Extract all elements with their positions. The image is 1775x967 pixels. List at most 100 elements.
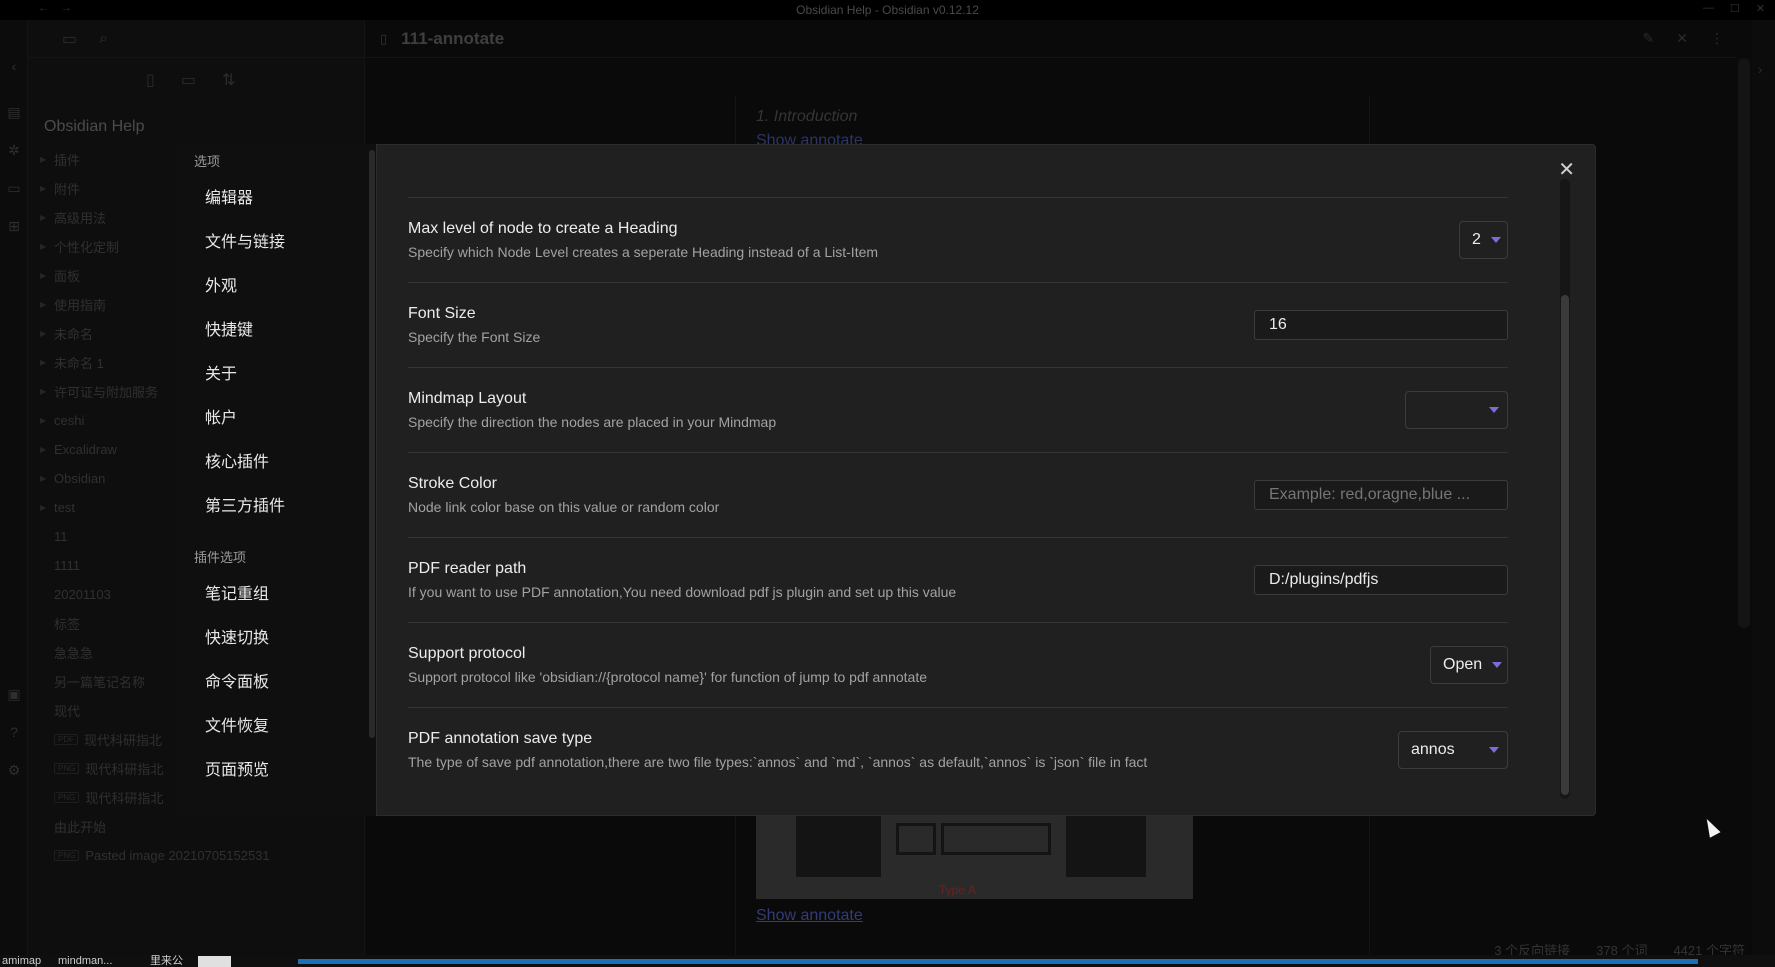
taskbar-active-item[interactable] [198,956,231,967]
taskbar-item[interactable]: amimap [2,955,41,967]
editor-header: ▯ 111-annotate ✎ ✕ ⋮ [366,20,1736,58]
os-taskbar: amimap mindman... 里来公 [0,955,1775,967]
heading-level-dropdown[interactable]: 2 [1459,221,1508,259]
layout-dropdown[interactable] [1405,391,1508,429]
setting-desc: Support protocol like 'obsidian://{proto… [408,669,928,685]
file-item[interactable]: 由此开始 [40,812,270,841]
setting-desc: If you want to use PDF annotation,You ne… [408,584,957,600]
help-icon[interactable]: ? [6,724,22,740]
new-folder-icon[interactable]: ▭ [181,70,196,94]
chevron-down-icon [1492,662,1503,668]
setting-desc: Specify which Node Level creates a seper… [408,244,879,260]
minimize-icon[interactable]: — [1703,2,1714,15]
vault-name: Obsidian Help [44,118,145,135]
collapse-right-icon[interactable]: › [1758,62,1762,77]
protocol-dropdown[interactable]: Open [1430,646,1508,684]
maximize-icon[interactable]: ☐ [1730,2,1740,15]
image-block [796,815,881,877]
setting-name: PDF reader path [408,560,527,577]
vault-icon[interactable]: ▣ [6,686,22,702]
setting-name: Stroke Color [408,475,497,492]
settings-list: Max level of node to create a Heading Sp… [408,197,1508,792]
close-tab-icon[interactable]: ✕ [1676,30,1688,47]
document-icon: ▯ [380,30,388,46]
chevron-down-icon [1489,407,1499,413]
setting-pdf-reader-path: PDF reader path If you want to use PDF a… [408,537,1508,622]
stroke-color-input[interactable] [1254,480,1508,510]
graph-icon[interactable]: ✲ [6,142,22,158]
caret-right-icon: ▶ [40,503,47,512]
nav-appearance[interactable]: 外观 [176,262,376,306]
font-size-input[interactable] [1254,310,1508,340]
editor-scrollbar[interactable] [1738,58,1750,628]
content-scrollbar-thumb[interactable] [1561,295,1569,795]
caret-right-icon: ▶ [40,387,47,396]
attachment-item[interactable]: PNG Pasted image 20210705152531 [40,841,270,870]
chevron-down-icon [1490,237,1501,243]
caret-right-icon: ▶ [40,416,47,425]
close-window-icon[interactable]: ✕ [1756,2,1765,15]
nav-files-links[interactable]: 文件与链接 [176,218,376,262]
note-heading: 1. Introduction [756,108,858,125]
plugin-icon[interactable]: ⊞ [6,218,22,234]
settings-sidebar: 选项 编辑器 文件与链接 外观 快捷键 关于 帐户 核心插件 第三方插件 插件选… [176,144,376,816]
window-title: Obsidian Help - Obsidian v0.12.12 [796,3,979,17]
show-annotate-link[interactable]: Show annotate [756,907,863,925]
taskbar-item[interactable]: mindman... [58,955,112,967]
pdf-path-input[interactable] [1254,565,1508,595]
nav-community-plugins[interactable]: 第三方插件 [176,482,376,526]
nav-about[interactable]: 关于 [176,350,376,394]
setting-name: Support protocol [408,645,526,662]
setting-font-size: Font Size Specify the Font Size [408,282,1508,367]
nav-account[interactable]: 帐户 [176,394,376,438]
nav-page-preview[interactable]: 页面预览 [176,746,376,790]
setting-support-protocol: Support protocol Support protocol like '… [408,622,1508,707]
caret-right-icon: ▶ [40,184,47,193]
caret-right-icon: ▶ [40,329,47,338]
setting-desc: Node link color base on this value or ra… [408,499,720,515]
setting-name: Max level of node to create a Heading [408,220,678,237]
template-icon[interactable]: ▭ [6,180,22,196]
explorer-actions: ▯ ▭ ⇅ [28,70,364,94]
mouse-cursor-icon [1701,816,1721,838]
nav-core-plugins[interactable]: 核心插件 [176,438,376,482]
plugin-options-group-header: 插件选项 [194,550,247,565]
caret-right-icon: ▶ [40,271,47,280]
more-options-icon[interactable]: ⋮ [1710,30,1724,47]
sort-icon[interactable]: ⇅ [222,70,235,94]
sidebar-scrollbar[interactable] [369,150,375,738]
edit-pencil-icon[interactable]: ✎ [1643,30,1655,47]
setting-max-heading-level: Max level of node to create a Heading Sp… [408,197,1508,282]
folder-tab-icon[interactable]: ▭ [62,29,77,49]
title-bar: ←→ Obsidian Help - Obsidian v0.12.12 — ☐… [0,0,1775,20]
collapse-left-icon[interactable]: ‹ [6,58,22,74]
image-frame [896,823,936,855]
settings-modal: 选项 编辑器 文件与链接 外观 快捷键 关于 帐户 核心插件 第三方插件 插件选… [176,144,1596,816]
taskbar-progress [298,959,1698,964]
new-note-icon[interactable]: ▯ [146,70,155,94]
note-image: Type A [756,815,1193,899]
window-controls[interactable]: — ☐ ✕ [1703,2,1765,15]
history-nav-icons[interactable]: ←→ [38,2,84,14]
nav-command-palette[interactable]: 命令面板 [176,658,376,702]
nav-note-composer[interactable]: 笔记重组 [176,570,376,614]
setting-desc: Specify the Font Size [408,329,541,345]
image-block [1066,815,1146,877]
nav-file-recovery[interactable]: 文件恢复 [176,702,376,746]
file-icon[interactable]: ▤ [6,104,22,120]
search-icon[interactable]: ⌕ [99,30,108,48]
setting-name: Mindmap Layout [408,390,527,407]
close-icon[interactable]: ✕ [1558,157,1575,182]
options-group-header: 选项 [194,154,221,169]
nav-quick-switcher[interactable]: 快速切换 [176,614,376,658]
save-type-dropdown[interactable]: annos [1398,731,1508,769]
settings-gear-icon[interactable]: ⚙ [6,762,22,778]
editor-tools: ✎ ✕ ⋮ [1643,30,1724,47]
chevron-down-icon [1489,747,1499,753]
document-title[interactable]: 111-annotate [401,29,504,49]
nav-editor[interactable]: 编辑器 [176,174,376,218]
nav-hotkeys[interactable]: 快捷键 [176,306,376,350]
setting-mindmap-layout: Mindmap Layout Specify the direction the… [408,367,1508,452]
caret-right-icon: ▶ [40,155,47,164]
taskbar-item[interactable]: 里来公 [150,955,183,967]
